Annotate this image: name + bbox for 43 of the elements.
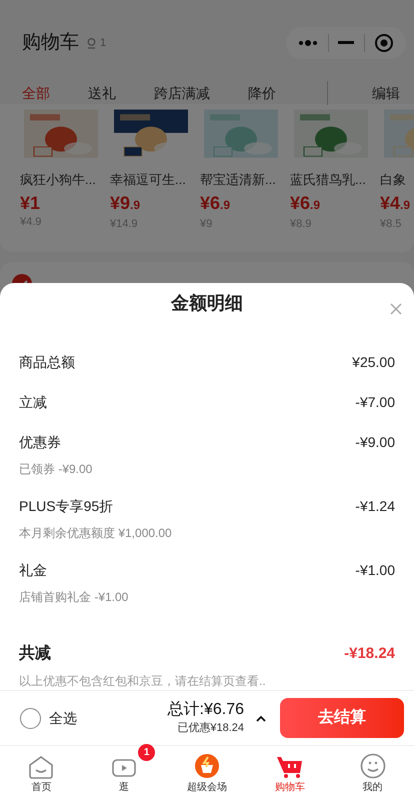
total-discount-note: 以上优惠不包含红包和京豆，请在结算页查看.. (19, 673, 267, 690)
sheet-title: 金额明细 (171, 292, 243, 315)
saved-amount: 已优惠¥18.24 (177, 720, 244, 736)
tab-bar-item[interactable]: 超级会场 (186, 780, 227, 794)
product-name[interactable]: 蓝氏猎鸟乳... (290, 170, 372, 190)
page-title: 购物车 (22, 30, 79, 55)
detail-label: PLUS专享95折 (19, 497, 114, 516)
detail-amount: -¥9.00 (355, 433, 395, 452)
tab-bar-item[interactable]: 购物车 (274, 780, 305, 794)
product-name[interactable]: 幸福逗可生... (110, 170, 192, 190)
detail-amount: -¥1.24 (355, 497, 395, 516)
tab-bar-item[interactable]: 我的 (362, 780, 383, 794)
detail-label: 优惠券 (19, 433, 61, 452)
detail-amount: ¥25.00 (352, 353, 395, 372)
checkout-total: 总计:¥6.76 (168, 700, 244, 720)
detail-note: 店铺首购礼金 -¥1.00 (19, 589, 130, 606)
detail-label: 礼金 (19, 561, 47, 580)
product-price: ¥6.9 (290, 192, 322, 214)
product-name[interactable]: 白象 (380, 170, 414, 190)
filter-tab[interactable]: 全部 (22, 82, 50, 104)
product-price: ¥4.9 (380, 192, 412, 214)
detail-label: 商品总额 (19, 353, 75, 372)
product-price: ¥1 (20, 192, 42, 214)
detail-label: 立减 (19, 393, 47, 412)
total-discount-label: 共减 (19, 644, 51, 664)
detail-amount: -¥7.00 (355, 393, 395, 412)
filter-tab[interactable]: 降价 (248, 82, 276, 104)
product-price: ¥9.9 (110, 192, 142, 214)
product-name[interactable]: 疯狂小狗牛... (20, 170, 102, 190)
filter-tab[interactable]: 跨店满减 (154, 82, 210, 104)
detail-note: 本月剩余优惠额度 ¥1,000.00 (19, 525, 173, 542)
edit-link[interactable]: 编辑 (372, 82, 400, 104)
product-price: ¥6.9 (200, 192, 232, 214)
total-discount-amount: -¥18.24 (344, 644, 395, 664)
tab-bar-item[interactable]: 逛 (119, 780, 130, 794)
filter-tab[interactable]: 送礼 (88, 82, 116, 104)
tab-bar-item[interactable]: 首页 (31, 780, 52, 794)
detail-amount: -¥1.00 (355, 561, 395, 580)
detail-note: 已领券 -¥9.00 (19, 461, 94, 478)
product-name[interactable]: 帮宝适清新... (200, 170, 282, 190)
notification-badge: 1 (138, 744, 156, 760)
select-all-label[interactable]: 全选 (49, 708, 77, 728)
checkout-button[interactable]: 去结算 (280, 698, 404, 738)
